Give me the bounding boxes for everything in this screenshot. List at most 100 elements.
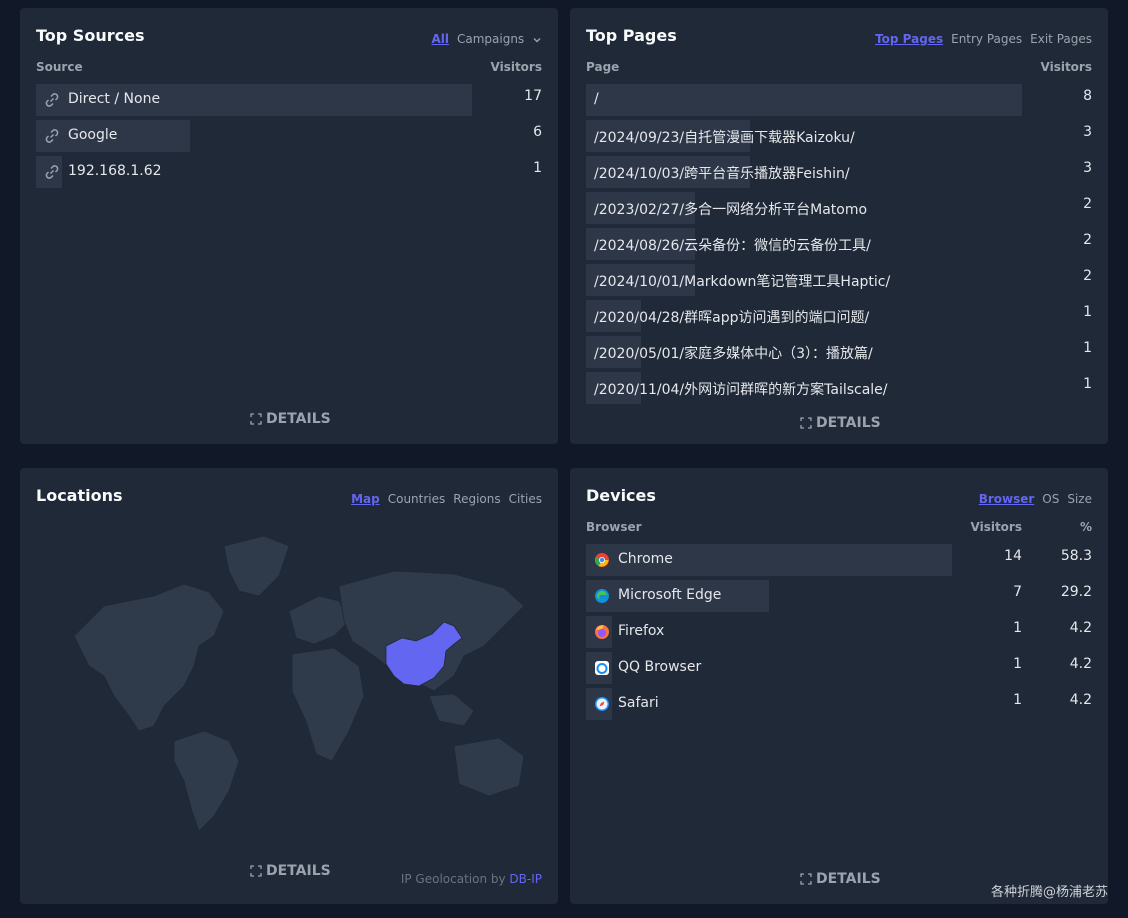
tab-top-pages[interactable]: Top Pages [875,32,943,46]
browser-row[interactable]: Safari 1 4.2 [586,688,1092,720]
page-row[interactable]: /2020/04/28/群晖app访问遇到的端口问题/1 [586,300,1092,332]
browser-label: Safari [618,695,659,711]
panel-title: Top Pages [586,26,677,45]
column-header-visitors: Visitors [970,520,1023,534]
db-ip-link[interactable]: DB-IP [509,872,542,886]
page-label: /2023/02/27/多合一网络分析平台Matomo [594,202,868,218]
source-tabs: All Campaigns [431,32,542,46]
page-row[interactable]: /2020/05/01/家庭多媒体中心（3）：播放篇/1 [586,336,1092,368]
column-header-page: Page [586,60,620,74]
chrome-icon [594,552,610,568]
column-header-visitors: Visitors [490,60,543,74]
page-row[interactable]: /2020/11/04/外网访问群晖的新方案Tailscale/1 [586,372,1092,404]
panel-title: Top Sources [36,26,145,45]
tab-entry-pages[interactable]: Entry Pages [951,32,1022,46]
qq-browser-icon [594,660,610,676]
tab-exit-pages[interactable]: Exit Pages [1030,32,1092,46]
tab-map[interactable]: Map [351,492,380,506]
panel-title: Devices [586,486,656,505]
source-row[interactable]: 192.168.1.62 1 [36,156,542,188]
tab-countries[interactable]: Countries [388,492,446,506]
browser-percent: 58.3 [1060,548,1092,564]
tab-os[interactable]: OS [1042,492,1059,506]
source-label: Direct / None [68,91,161,107]
page-row[interactable]: /2024/10/03/跨平台音乐播放器Feishin/3 [586,156,1092,188]
page-row[interactable]: /2024/09/23/自托管漫画下载器Kaizoku/3 [586,120,1092,152]
browser-row[interactable]: Firefox 1 4.2 [586,616,1092,648]
map-south-america [173,730,240,832]
geolocation-note: IP Geolocation by DB-IP [400,872,542,886]
page-label: /2024/10/01/Markdown笔记管理工具Haptic/ [594,274,891,290]
device-tabs: Browser OS Size [979,492,1092,506]
page-visitors: 8 [1083,88,1092,104]
details-button[interactable]: DETAILS [250,411,331,427]
column-header-browser: Browser [586,520,642,534]
tab-regions[interactable]: Regions [453,492,500,506]
expand-icon [800,417,812,429]
tab-browser[interactable]: Browser [979,492,1035,506]
page-visitors: 2 [1083,232,1092,248]
tab-all[interactable]: All [431,32,449,46]
browser-label: Firefox [618,623,665,639]
browser-visitors: 1 [1013,692,1022,708]
map-greenland [223,535,290,597]
page-row[interactable]: /2024/08/26/云朵备份：微信的云备份工具/2 [586,228,1092,260]
link-icon [44,92,60,108]
page-visitors: 1 [1083,340,1092,356]
expand-icon [250,865,262,877]
location-tabs: Map Countries Regions Cities [351,492,542,506]
source-visitors: 6 [533,124,542,140]
tab-size[interactable]: Size [1067,492,1092,506]
locations-panel: Locations Map Countries Regions Cities D… [20,468,558,904]
page-label: /2024/08/26/云朵备份：微信的云备份工具/ [594,238,871,254]
browser-percent: 29.2 [1060,584,1092,600]
browser-row[interactable]: Chrome 14 58.3 [586,544,1092,576]
browser-row[interactable]: Microsoft Edge 7 29.2 [586,580,1092,612]
link-icon [44,164,60,180]
page-bar [586,84,1022,116]
source-label: 192.168.1.62 [68,163,162,179]
top-pages-panel: Top Pages Top Pages Entry Pages Exit Pag… [570,8,1108,444]
page-row[interactable]: /8 [586,84,1092,116]
column-header-visitors: Visitors [1040,60,1093,74]
source-row[interactable]: Google 6 [36,120,542,152]
page-visitors: 2 [1083,268,1092,284]
browser-percent: 4.2 [1069,620,1092,636]
page-label: /2024/09/23/自托管漫画下载器Kaizoku/ [594,130,855,146]
browser-label: QQ Browser [618,659,702,675]
details-button[interactable]: DETAILS [250,863,331,879]
details-button[interactable]: DETAILS [800,415,881,431]
page-visitors: 3 [1083,124,1092,140]
map-australia [453,737,525,797]
column-header-percent: % [1079,520,1092,534]
watermark: 各种折腾@杨浦老苏 [990,885,1108,900]
page-label: /2024/10/03/跨平台音乐播放器Feishin/ [594,166,850,182]
map-southeast-asia [428,693,475,727]
devices-panel: Devices Browser OS Size Browser Visitors… [570,468,1108,904]
page-visitors: 3 [1083,160,1092,176]
tab-campaigns[interactable]: Campaigns [457,32,542,46]
page-label: /2020/11/04/外网访问群晖的新方案Tailscale/ [594,382,888,398]
source-visitors: 17 [524,88,542,104]
edge-icon [594,588,610,604]
page-row[interactable]: /2024/10/01/Markdown笔记管理工具Haptic/2 [586,264,1092,296]
source-row[interactable]: Direct / None 17 [36,84,542,116]
details-button[interactable]: DETAILS [800,871,881,887]
browser-visitors: 14 [1004,548,1022,564]
tab-cities[interactable]: Cities [509,492,542,506]
browser-label: Microsoft Edge [618,587,722,603]
page-visitors: 2 [1083,196,1092,212]
page-label: /2020/04/28/群晖app访问遇到的端口问题/ [594,310,870,326]
column-header-source: Source [36,60,83,74]
page-visitors: 1 [1083,304,1092,320]
world-map[interactable] [34,526,544,836]
browser-percent: 4.2 [1069,692,1092,708]
page-label: / [594,91,599,107]
page-row[interactable]: /2023/02/27/多合一网络分析平台Matomo 2 [586,192,1092,224]
page-tabs: Top Pages Entry Pages Exit Pages [875,32,1092,46]
source-visitors: 1 [533,160,542,176]
browser-visitors: 7 [1013,584,1022,600]
browser-label: Chrome [618,551,673,567]
browser-row[interactable]: QQ Browser 1 4.2 [586,652,1092,684]
expand-icon [800,873,812,885]
